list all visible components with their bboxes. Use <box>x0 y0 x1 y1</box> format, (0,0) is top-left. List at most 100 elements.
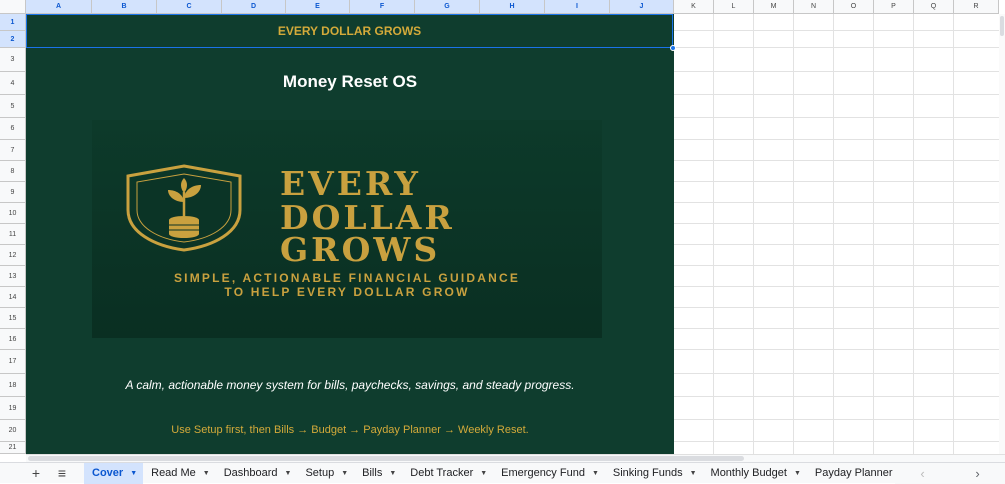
sheet-tab-label: Monthly Budget <box>710 467 787 479</box>
row-header-3[interactable]: 3 <box>0 48 26 72</box>
column-header-o[interactable]: O <box>834 0 874 14</box>
gridline <box>674 265 999 266</box>
chevron-right-icon[interactable]: › <box>975 466 979 481</box>
sheet-tab-emergency-fund[interactable]: Emergency Fund ▼ <box>493 463 605 484</box>
row-header-18[interactable]: 18 <box>0 374 26 397</box>
row-header-4[interactable]: 4 <box>0 72 26 95</box>
menu-icon[interactable]: ≡ <box>50 463 74 484</box>
row-header-10[interactable]: 10 <box>0 203 26 224</box>
shield-plant-icon <box>126 164 242 252</box>
caret-down-icon[interactable]: ▼ <box>389 470 396 477</box>
row-header-2[interactable]: 2 <box>0 31 26 48</box>
row-header-15[interactable]: 15 <box>0 308 26 329</box>
gridline <box>873 14 874 454</box>
brand-logo-image[interactable]: EVERY DOLLAR GROWS SIMPLE, ACTIONABLE FI… <box>92 120 602 338</box>
cover-subtitle: A calm, actionable money system for bill… <box>125 378 575 392</box>
sheet-tab-bills[interactable]: Bills ▼ <box>354 463 402 484</box>
sheet-tab-label: Setup <box>305 467 335 479</box>
row-header-13[interactable]: 13 <box>0 266 26 287</box>
sheet-tab-label: Sinking Funds <box>612 467 683 479</box>
sheet-tab-label: Read Me <box>151 467 196 479</box>
row-header-19[interactable]: 19 <box>0 397 26 420</box>
row-header-12[interactable]: 12 <box>0 245 26 266</box>
row-header-6[interactable]: 6 <box>0 118 26 140</box>
caret-down-icon[interactable]: ▼ <box>480 470 487 477</box>
chevron-left-icon[interactable]: ‹ <box>920 466 924 481</box>
sheet-tab-dashboard[interactable]: Dashboard ▼ <box>216 463 298 484</box>
gridline <box>674 373 999 374</box>
row-header-16[interactable]: 16 <box>0 329 26 350</box>
gridline <box>713 14 714 454</box>
gridline <box>674 181 999 182</box>
caret-down-icon[interactable]: ▼ <box>592 470 599 477</box>
gridline <box>674 94 999 95</box>
column-header-i[interactable]: I <box>545 0 610 14</box>
column-header-b[interactable]: B <box>92 0 157 14</box>
row-header-5[interactable]: 5 <box>0 95 26 118</box>
sheet-tab-sinking-funds[interactable]: Sinking Funds ▼ <box>605 463 703 484</box>
row-header-11[interactable]: 11 <box>0 224 26 245</box>
select-all-corner[interactable] <box>0 0 26 14</box>
column-header-c[interactable]: C <box>157 0 222 14</box>
column-header-m[interactable]: M <box>754 0 794 14</box>
selection-fill-handle[interactable] <box>670 45 676 51</box>
page-title: Money Reset OS <box>282 72 418 91</box>
row-header-17[interactable]: 17 <box>0 350 26 374</box>
gridline <box>753 14 754 454</box>
gridline <box>674 244 999 245</box>
selected-banner-cell[interactable]: EVERY DOLLAR GROWS <box>26 14 673 48</box>
caret-down-icon[interactable]: ▼ <box>794 470 801 477</box>
gridline <box>674 160 999 161</box>
sheet-tab-read-me[interactable]: Read Me ▼ <box>143 463 216 484</box>
row-header-9[interactable]: 9 <box>0 182 26 203</box>
gridline <box>953 14 954 454</box>
sheet-tab-label: Payday Planner <box>814 467 893 479</box>
gridline <box>913 14 914 454</box>
logo-tagline-1: SIMPLE, ACTIONABLE FINANCIAL GUIDANCE <box>173 271 521 285</box>
column-header-j[interactable]: J <box>610 0 674 14</box>
column-header-l[interactable]: L <box>714 0 754 14</box>
row-header-1[interactable]: 1 <box>0 14 26 31</box>
gridline <box>674 307 999 308</box>
sheet-tab-label: Dashboard <box>223 467 278 479</box>
gridline <box>674 349 999 350</box>
gridline <box>674 47 999 48</box>
row-header-21[interactable]: 21 <box>0 442 26 454</box>
sheet-tab-setup[interactable]: Setup ▼ <box>297 463 354 484</box>
caret-down-icon[interactable]: ▼ <box>130 470 137 477</box>
sheet-tab-cover[interactable]: Cover ▼ <box>84 462 144 484</box>
caret-down-icon[interactable]: ▼ <box>690 470 697 477</box>
caret-down-icon[interactable]: ▼ <box>203 470 210 477</box>
gridline <box>674 202 999 203</box>
column-header-f[interactable]: F <box>350 0 415 14</box>
column-header-n[interactable]: N <box>794 0 834 14</box>
column-header-q[interactable]: Q <box>914 0 954 14</box>
sheet-tab-monthly-budget[interactable]: Monthly Budget ▼ <box>703 463 807 484</box>
gridline <box>674 286 999 287</box>
row-header-20[interactable]: 20 <box>0 420 26 442</box>
column-header-e[interactable]: E <box>286 0 350 14</box>
logo-tagline-2: TO HELP EVERY DOLLAR GROW <box>224 285 470 299</box>
column-header-d[interactable]: D <box>222 0 286 14</box>
gridline <box>674 419 999 420</box>
horizontal-scrollbar[interactable] <box>26 454 1005 462</box>
caret-down-icon[interactable]: ▼ <box>285 470 292 477</box>
sheet-tab-debt-tracker[interactable]: Debt Tracker ▼ <box>402 463 493 484</box>
vertical-scrollbar[interactable] <box>999 14 1005 454</box>
tab-scroll-controls: ‹ › <box>895 463 1005 484</box>
column-header-g[interactable]: G <box>415 0 480 14</box>
row-header-8[interactable]: 8 <box>0 161 26 182</box>
column-header-p[interactable]: P <box>874 0 914 14</box>
gridline <box>674 396 999 397</box>
column-header-a[interactable]: A <box>26 0 92 14</box>
row-header-7[interactable]: 7 <box>0 140 26 161</box>
sheet-tab-bar: + ≡ Cover ▼ Read Me ▼ Dashboard ▼ Setup ▼ Bills ▼… <box>0 462 1005 484</box>
gridline <box>674 30 999 31</box>
plus-icon[interactable]: + <box>24 463 48 484</box>
column-header-k[interactable]: K <box>674 0 714 14</box>
caret-down-icon[interactable]: ▼ <box>341 470 348 477</box>
sheet-tab-label: Emergency Fund <box>501 467 585 479</box>
column-header-h[interactable]: H <box>480 0 545 14</box>
row-header-14[interactable]: 14 <box>0 287 26 308</box>
column-header-r[interactable]: R <box>954 0 999 14</box>
